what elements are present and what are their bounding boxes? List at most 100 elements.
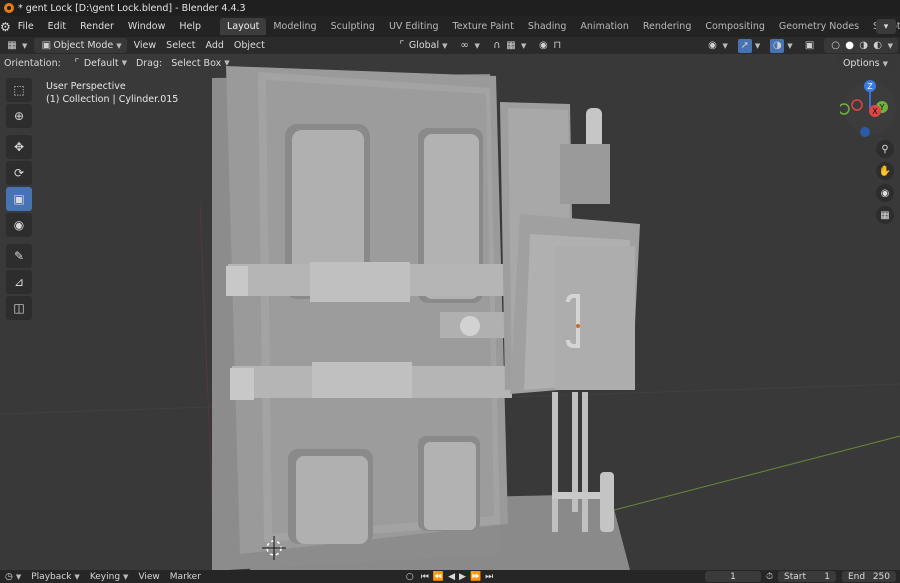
tab-uv-editing[interactable]: UV Editing bbox=[382, 18, 446, 35]
3d-viewport[interactable]: Orientation: ⌜ Default ▼ Drag: Select Box ▼… bbox=[0, 54, 900, 570]
cursor-tool[interactable]: ⊕ bbox=[6, 104, 32, 128]
top-menu-bar: ⚙ File Edit Render Window Help Layout Mo… bbox=[0, 16, 900, 37]
tab-texture-paint[interactable]: Texture Paint bbox=[446, 18, 521, 35]
timeline-view-menu[interactable]: View bbox=[133, 572, 164, 582]
add-cube-tool[interactable]: ◫ bbox=[6, 296, 32, 320]
pivot-dropdown[interactable]: ∞ ▼ bbox=[453, 38, 485, 53]
orientation-dropdown[interactable]: ⌜ Default ▼ bbox=[65, 56, 132, 71]
preview-range-toggle[interactable]: ⏱ bbox=[761, 572, 778, 582]
window-title: * gent Lock [D:\gent Lock.blend] - Blend… bbox=[18, 2, 246, 14]
blender-logo-icon bbox=[4, 3, 14, 13]
zoom-button[interactable]: ⚲ bbox=[876, 140, 894, 158]
tool-options-bar: Orientation: ⌜ Default ▼ Drag: Select Box ▼… bbox=[0, 54, 900, 72]
editor-type-button[interactable]: ▦ ▼ bbox=[0, 38, 32, 53]
menu-file[interactable]: File bbox=[11, 21, 41, 32]
proportional-edit-toggle[interactable]: ◉ ⊓ bbox=[531, 38, 569, 53]
material-shading-icon[interactable]: ◑ bbox=[857, 39, 871, 53]
pan-button[interactable]: ✋ bbox=[876, 162, 894, 180]
wireframe-shading-icon[interactable]: ○ bbox=[829, 39, 843, 53]
select-box-tool[interactable]: ⬚ bbox=[6, 78, 32, 102]
tab-sculpting[interactable]: Sculpting bbox=[324, 18, 382, 35]
start-frame-field[interactable]: Start 1 bbox=[778, 571, 836, 582]
options-dropdown[interactable]: Options ▼ bbox=[836, 56, 894, 71]
play-reverse-button[interactable]: ◀ bbox=[446, 572, 457, 582]
drag-dropdown[interactable]: Select Box ▼ bbox=[166, 56, 234, 71]
annotate-tool[interactable]: ✎ bbox=[6, 244, 32, 268]
view-menu[interactable]: View bbox=[129, 38, 162, 53]
tab-compositing[interactable]: Compositing bbox=[698, 18, 772, 35]
marker-menu[interactable]: Marker bbox=[165, 572, 206, 582]
clock-icon: ◷ bbox=[5, 571, 13, 582]
visibility-dropdown[interactable]: ◉ ▼ bbox=[700, 38, 732, 53]
transform-tool[interactable]: ◉ bbox=[6, 213, 32, 237]
tab-layout[interactable]: Layout bbox=[220, 18, 267, 35]
tab-shading[interactable]: Shading bbox=[521, 18, 574, 35]
measure-tool[interactable]: ⊿ bbox=[6, 270, 32, 294]
playback-menu[interactable]: Playback ▼ bbox=[26, 572, 85, 582]
rotate-icon: ⟳ bbox=[13, 166, 25, 180]
pencil-icon: ✎ bbox=[13, 249, 25, 263]
add-menu[interactable]: Add bbox=[200, 38, 228, 53]
perspective-toggle-button[interactable]: ▦ bbox=[876, 206, 894, 224]
current-frame-field[interactable]: 1 bbox=[704, 571, 761, 582]
grid-icon: ▦ bbox=[7, 40, 17, 51]
xray-toggle[interactable]: ▣ bbox=[798, 38, 822, 53]
viewport-info: User Perspective (1) Collection | Cylind… bbox=[46, 80, 178, 106]
scene-selector-icon[interactable]: ▾ bbox=[876, 19, 896, 34]
tab-modeling[interactable]: Modeling bbox=[266, 18, 323, 35]
rotate-tool[interactable]: ⟳ bbox=[6, 161, 32, 185]
orientation-label: Orientation: bbox=[4, 57, 61, 69]
blender-menu-icon[interactable]: ⚙ bbox=[0, 16, 11, 37]
navigation-gizmo[interactable]: Z Y X bbox=[840, 76, 900, 146]
end-frame-field[interactable]: End 250 bbox=[842, 571, 896, 582]
keying-menu[interactable]: Keying ▼ bbox=[85, 572, 134, 582]
select-menu[interactable]: Select bbox=[161, 38, 200, 53]
orientation-axis-icon: ⌜ bbox=[74, 57, 80, 69]
tab-animation[interactable]: Animation bbox=[573, 18, 635, 35]
xray-icon: ▣ bbox=[804, 40, 815, 51]
prev-key-icon: ⏪ bbox=[432, 571, 445, 582]
object-menu[interactable]: Object bbox=[229, 38, 270, 53]
snap-toggle[interactable]: ∩ ▦ ▼ bbox=[485, 38, 531, 53]
camera-icon: ◉ bbox=[880, 187, 890, 199]
camera-view-button[interactable]: ◉ bbox=[876, 184, 894, 202]
proportional-icon: ◉ bbox=[538, 40, 548, 51]
jump-start-button[interactable]: ⏮ bbox=[419, 572, 431, 582]
tool-shelf: ⬚ ⊕ ✥ ⟳ ▣ ◉ ✎ ⊿ ◫ bbox=[6, 78, 34, 322]
scale-tool[interactable]: ▣ bbox=[6, 187, 32, 211]
menu-render[interactable]: Render bbox=[73, 21, 121, 32]
scale-icon: ▣ bbox=[13, 192, 25, 206]
jump-end-icon: ⏭ bbox=[485, 571, 494, 582]
shading-buttons[interactable]: ○ ● ◑ ◐ ▼ bbox=[823, 38, 898, 53]
tab-rendering[interactable]: Rendering bbox=[636, 18, 699, 35]
overlay-icon: ◑ bbox=[770, 38, 785, 53]
orientation-icon: ⌜ bbox=[399, 40, 405, 51]
timeline-editor-type[interactable]: ◷ ▼ bbox=[0, 572, 26, 582]
viewport-header: ▦ ▼ ▣ Object Mode ▼ View Select Add Object … bbox=[0, 37, 900, 54]
menu-help[interactable]: Help bbox=[172, 21, 208, 32]
overlays-toggle[interactable]: ◑ ▼ bbox=[765, 38, 797, 53]
solid-shading-icon[interactable]: ● bbox=[843, 39, 857, 53]
gizmo-toggle[interactable]: ➚ ▼ bbox=[733, 38, 765, 53]
cursor-icon: ⊕ bbox=[13, 109, 25, 123]
link-icon: ∞ bbox=[460, 40, 469, 51]
mode-dropdown[interactable]: ▣ Object Mode ▼ bbox=[34, 38, 127, 53]
menu-window[interactable]: Window bbox=[121, 21, 172, 32]
rendered-shading-icon[interactable]: ◐ bbox=[871, 39, 885, 53]
jump-end-button[interactable]: ⏭ bbox=[483, 572, 495, 582]
play-button[interactable]: ▶ bbox=[457, 572, 468, 582]
mode-label: Object Mode bbox=[53, 40, 114, 51]
next-key-button[interactable]: ⏩ bbox=[468, 572, 483, 582]
menu-edit[interactable]: Edit bbox=[41, 21, 73, 32]
perspective-label: User Perspective bbox=[46, 81, 126, 92]
snap-target-icon: ▦ bbox=[506, 40, 516, 51]
timeline-header: ◷ ▼ Playback ▼ Keying ▼ View Marker ○ ⏮ ⏪ ◀… bbox=[0, 570, 900, 583]
prev-key-button[interactable]: ⏪ bbox=[431, 572, 446, 582]
tab-geometry-nodes[interactable]: Geometry Nodes bbox=[772, 18, 866, 35]
transform-orientation-dropdown[interactable]: ⌜ Global ▼ bbox=[390, 38, 453, 53]
hand-icon: ✋ bbox=[878, 165, 892, 177]
record-button[interactable]: ○ bbox=[401, 572, 419, 582]
gizmo-icon: ➚ bbox=[737, 38, 752, 53]
move-tool[interactable]: ✥ bbox=[6, 135, 32, 159]
move-icon: ✥ bbox=[13, 140, 25, 154]
